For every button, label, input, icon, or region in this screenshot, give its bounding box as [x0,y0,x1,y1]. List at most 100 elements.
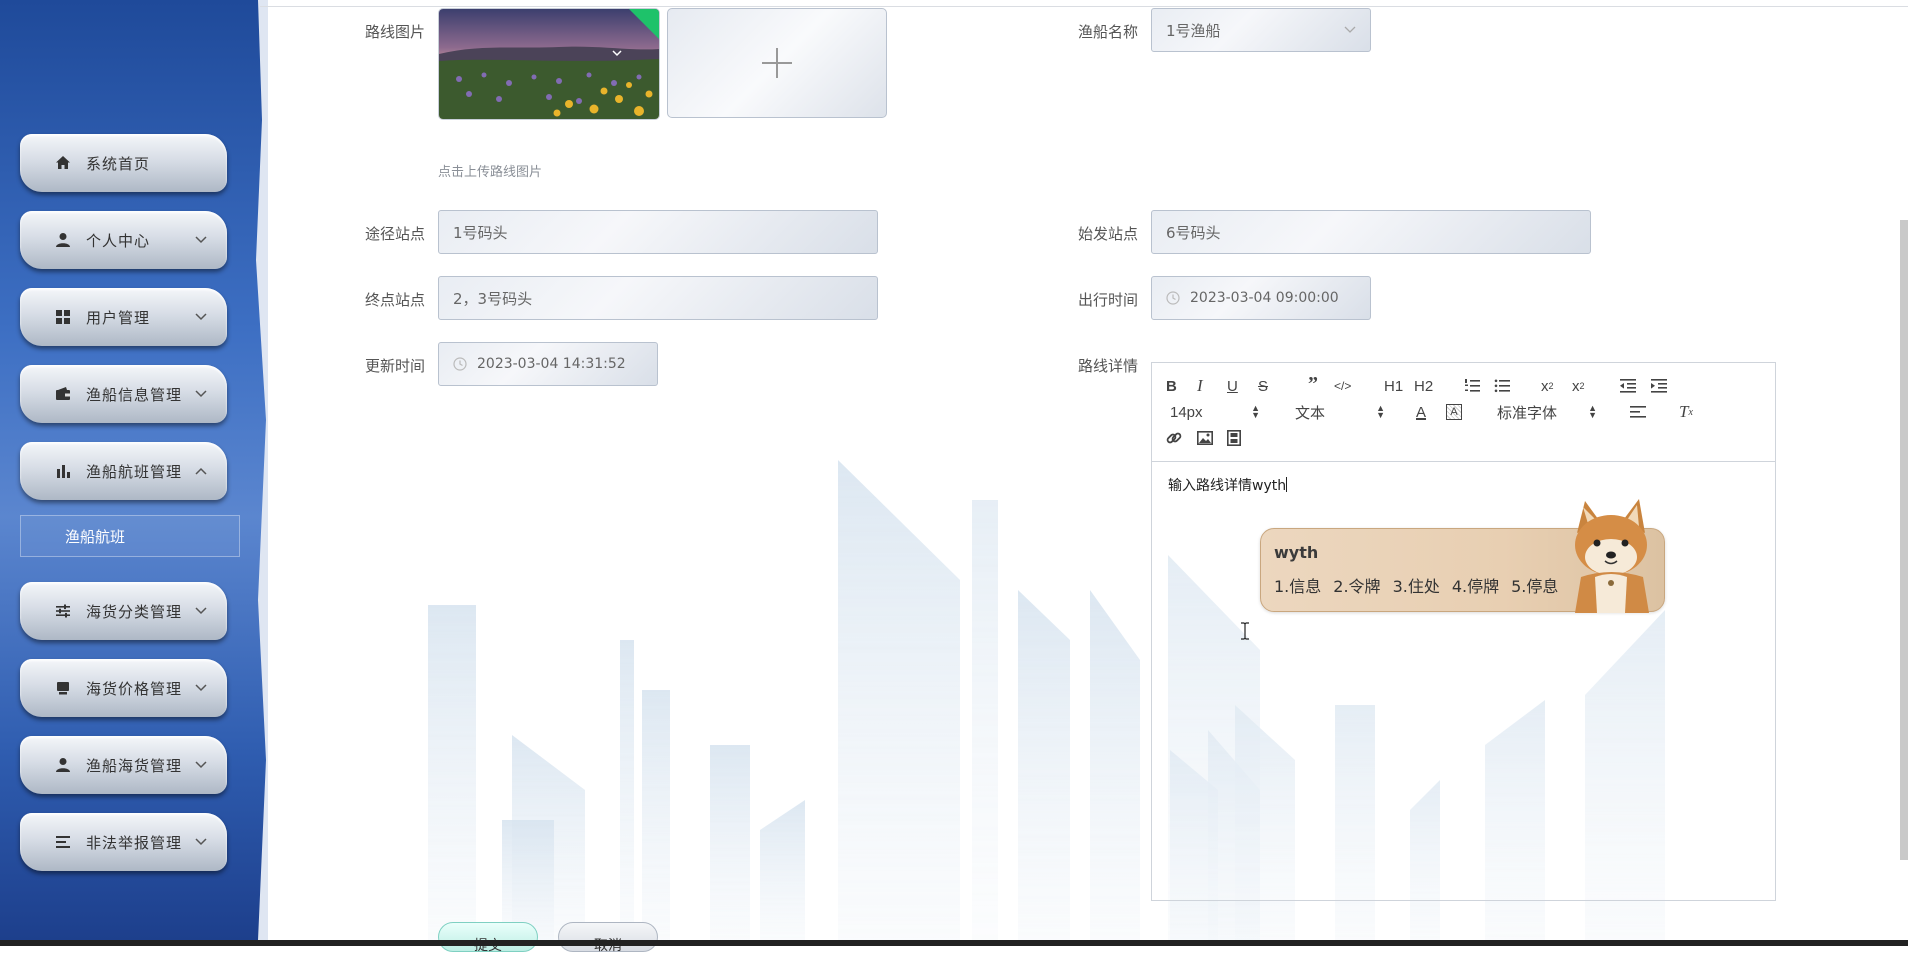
video-icon[interactable] [1227,427,1241,449]
sidebar-item-label: 海货分类管理 [86,602,183,621]
ime-candidate[interactable]: 1.信息 [1274,573,1321,597]
h2-label: H2 [1414,377,1434,395]
clock-icon [1166,291,1180,305]
strikethrough-icon[interactable]: S [1258,375,1268,397]
editor-toolbar: B I U S ” </> H1 H2 x2 x2 14px ▲ ▼ 文本 ▲ ▼ [1152,363,1775,462]
shiba-dog-skin-image [1575,499,1649,613]
font-size-value: 14px [1170,403,1203,421]
sidebar-item-label: 渔船海货管理 [86,756,183,775]
update-time-picker[interactable]: 2023-03-04 14:31:52 [438,342,658,386]
outdent-icon[interactable] [1620,375,1636,397]
sidebar-item-boat-seafood[interactable]: 渔船海货管理 [20,736,227,794]
sidebar-item-user-management[interactable]: 用户管理 [20,288,227,346]
sidebar-subitem-boat-voyage[interactable]: 渔船航班 [20,515,240,557]
sidebar-item-label: 渔船航班管理 [86,462,183,481]
landscape-photo [439,9,659,119]
bullet-list-icon[interactable] [1494,375,1510,397]
heading-1-button[interactable]: H1 [1384,375,1403,397]
start-station-value: 6号码头 [1166,223,1221,242]
text-caret [1286,477,1288,492]
sidebar-item-personal-center[interactable]: 个人中心 [20,211,227,269]
chevron-down-icon [193,757,209,773]
bold-icon[interactable]: B [1166,375,1177,397]
route-detail-label: 路线详情 [1078,357,1139,375]
ime-candidate-list: 1.信息 2.令牌 3.住处 4.停牌 5.停息 [1274,573,1558,597]
chevron-down-icon [193,603,209,619]
superscript-icon[interactable]: x2 [1572,375,1585,397]
sliders-icon [54,602,72,620]
select-arrows-icon: ▲ ▼ [1588,403,1597,420]
end-station-input[interactable]: 2，3号码头 [438,276,878,320]
font-size-select[interactable]: 14px ▲ ▼ [1170,401,1260,423]
sidebar-item-label: 系统首页 [86,154,151,173]
chevron-down-icon [1344,24,1356,37]
boat-name-label: 渔船名称 [1078,23,1139,41]
background-color-icon[interactable]: A [1446,401,1462,423]
link-icon[interactable] [1166,427,1182,449]
ime-candidate[interactable]: 4.停牌 [1452,573,1499,597]
sidebar-item-label: 非法举报管理 [86,833,183,852]
wallet-icon [54,385,72,403]
font-color-icon[interactable]: A [1416,401,1426,423]
box-icon [54,679,72,697]
image-icon[interactable] [1197,427,1213,449]
vertical-scrollbar[interactable] [1900,220,1908,860]
end-station-label: 终点站点 [365,291,426,309]
boat-name-value: 1号渔船 [1166,21,1221,40]
end-station-value: 2，3号码头 [453,289,533,308]
sidebar-item-label: 渔船信息管理 [86,385,183,404]
select-arrows-icon: ▲ ▼ [1376,403,1385,420]
heading-2-button[interactable]: H2 [1414,375,1433,397]
home-icon [54,154,72,172]
user-icon [54,756,72,774]
chevron-down-icon [193,232,209,248]
sidebar-item-home[interactable]: 系统首页 [20,134,227,192]
upload-hint: 点击上传路线图片 [438,165,543,180]
via-station-value: 1号码头 [453,223,508,242]
depart-time-label: 出行时间 [1078,291,1139,309]
ime-candidate-popup: wyth 1.信息 2.令牌 3.住处 4.停牌 5.停息 [1260,499,1665,613]
route-image-thumbnail[interactable] [438,8,660,120]
via-station-input[interactable]: 1号码头 [438,210,878,254]
paragraph-format-value: 文本 [1295,404,1326,422]
italic-icon[interactable]: I [1197,375,1203,397]
submit-button[interactable]: 提交 [438,922,538,954]
bottom-edge [0,940,1908,946]
ime-candidate[interactable]: 2.令牌 [1333,573,1380,597]
ordered-list-icon[interactable] [1464,375,1480,397]
editor-content-area[interactable]: 输入路线详情wyth [1168,475,1288,495]
sidebar-item-label: 个人中心 [86,231,151,250]
i-beam-cursor [1240,622,1250,645]
underline-icon[interactable]: U [1227,375,1238,397]
subscript-icon[interactable]: x2 [1541,375,1554,397]
clear-format-icon[interactable]: Tx [1679,401,1693,423]
start-station-label: 始发站点 [1078,225,1139,243]
upload-add-button[interactable] [667,8,887,118]
sidebar-item-boat-voyage[interactable]: 渔船航班管理 [20,442,227,500]
font-family-select[interactable]: 标准字体 ▲ ▼ [1497,401,1597,423]
align-icon[interactable] [1630,401,1646,423]
indent-icon[interactable] [1651,375,1667,397]
code-icon[interactable]: </> [1334,375,1351,397]
chevron-down-icon [193,386,209,402]
chevron-down-icon [193,309,209,325]
sidebar-subitem-label: 渔船航班 [65,527,126,546]
top-divider [260,6,1908,7]
sidebar-item-illegal-report[interactable]: 非法举报管理 [20,813,227,871]
h1-label: H1 [1384,377,1404,395]
depart-time-picker[interactable]: 2023-03-04 09:00:00 [1151,276,1371,320]
blockquote-icon[interactable]: ” [1308,373,1318,395]
update-time-value: 2023-03-04 14:31:52 [477,356,626,372]
sidebar-item-seafood-price[interactable]: 海货价格管理 [20,659,227,717]
chevron-up-icon [193,463,209,479]
sidebar-item-boat-info[interactable]: 渔船信息管理 [20,365,227,423]
ime-candidate[interactable]: 3.住处 [1393,573,1440,597]
start-station-input[interactable]: 6号码头 [1151,210,1591,254]
boat-name-select[interactable]: 1号渔船 [1151,8,1371,52]
select-arrows-icon: ▲ ▼ [1251,403,1260,420]
paragraph-format-select[interactable]: 文本 ▲ ▼ [1295,401,1385,423]
sidebar-item-seafood-category[interactable]: 海货分类管理 [20,582,227,640]
cancel-button[interactable]: 取消 [558,922,658,954]
route-image-label: 路线图片 [365,23,426,41]
ime-candidate[interactable]: 5.停息 [1511,573,1558,597]
